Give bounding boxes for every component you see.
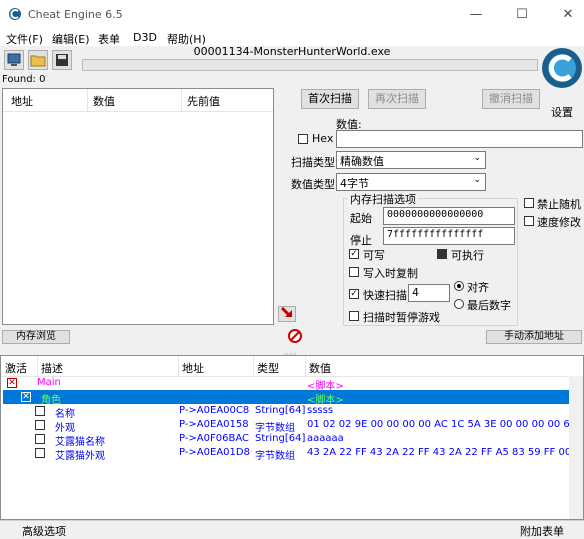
value-type-select[interactable]: 4字节 ⌄ [336, 173, 486, 191]
pause-game-checkbox[interactable] [349, 311, 359, 321]
last-digits-radio[interactable] [454, 299, 464, 309]
row-value: 01 02 02 9E 00 00 00 00 AC 1C 5A 3E 00 0… [307, 419, 569, 430]
row-value: 43 2A 22 FF 43 2A 22 FF 43 2A 22 FF A5 8… [307, 447, 569, 458]
memory-view-button[interactable]: 内存浏览 [2, 330, 70, 344]
results-list[interactable]: 地址 数值 先前值 [2, 88, 274, 325]
table-row[interactable]: ✕ Main <脚本> [3, 376, 569, 392]
next-scan-button[interactable]: 再次扫描 [368, 89, 426, 109]
table-row[interactable]: ✕ 角色 <脚本> [3, 390, 569, 406]
align-label: 对齐 [467, 281, 489, 294]
row-address: P->A0EA0158 [179, 419, 249, 430]
row-type: 字节数组 [255, 451, 295, 462]
table-scrollbar[interactable] [569, 376, 583, 519]
add-address-manually-button[interactable]: 手动添加地址 [486, 330, 582, 344]
column-type[interactable]: 类型 [257, 360, 279, 376]
chevron-down-icon: ⌄ [473, 175, 481, 185]
first-scan-button[interactable]: 首次扫描 [301, 89, 359, 109]
start-address-input[interactable]: 0000000000000000 [383, 207, 515, 225]
disable-random-checkbox[interactable] [524, 198, 534, 208]
fast-scan-input[interactable]: 4 [408, 284, 450, 302]
active-checkbox[interactable]: ✕ [21, 392, 31, 402]
minimize-button[interactable]: — [461, 4, 491, 26]
menu-d3d[interactable]: D3D [133, 31, 157, 44]
active-checkbox[interactable] [35, 434, 45, 444]
results-header: 地址 数值 先前值 [3, 89, 273, 112]
column-active[interactable]: 激活 [5, 360, 27, 376]
last-digits-label: 最后数字 [467, 299, 511, 312]
title-bar: Cheat Engine 6.5 — ☐ ✕ [0, 0, 584, 30]
undo-scan-button[interactable]: 撤消扫描 [482, 89, 540, 109]
writable-label: 可写 [363, 249, 385, 262]
scan-type-value: 精确数值 [340, 155, 384, 168]
copy-on-write-checkbox[interactable] [349, 267, 359, 277]
active-checkbox[interactable]: ✕ [7, 378, 17, 388]
found-count: Found: 0 [2, 74, 46, 85]
column-address[interactable]: 地址 [182, 360, 204, 376]
menu-bar: 文件(F) 编辑(E) 表单 D3D 帮助(H) [0, 30, 584, 46]
table-row[interactable]: 艾露猫外观 P->A0EA01D8 字节数组 43 2A 22 FF 43 2A… [3, 446, 569, 462]
window-title: Cheat Engine 6.5 [28, 8, 123, 21]
align-radio[interactable] [454, 281, 464, 291]
stop-address-input[interactable]: 7fffffffffffffff [383, 227, 515, 245]
cheat-engine-logo-icon [9, 8, 21, 20]
writable-checkbox[interactable]: ✓ [349, 249, 359, 259]
active-checkbox[interactable] [35, 406, 45, 416]
column-description[interactable]: 描述 [41, 360, 63, 376]
row-description: 艾露猫外观 [55, 451, 105, 462]
scan-progress-bar [82, 59, 538, 71]
column-address[interactable]: 地址 [11, 93, 33, 109]
row-type: String[64] [255, 433, 306, 444]
maximize-button[interactable]: ☐ [507, 4, 537, 26]
row-address: P->A0EA00C8 [179, 405, 250, 416]
pause-game-label: 扫描时暂停游戏 [363, 311, 440, 324]
stop-icon[interactable] [287, 328, 303, 344]
fast-scan-checkbox[interactable]: ✓ [349, 289, 359, 299]
hex-label: Hex [312, 132, 334, 145]
executable-label: 可执行 [451, 249, 484, 262]
process-name: 00001134-MonsterHunterWorld.exe [193, 45, 391, 58]
arrow-down-right-icon [280, 306, 292, 318]
scan-type-select[interactable]: 精确数值 ⌄ [336, 151, 486, 169]
memory-scan-options-title: 内存扫描选项 [348, 191, 418, 207]
table-row[interactable]: 外观 P->A0EA0158 字节数组 01 02 02 9E 00 00 00… [3, 418, 569, 434]
settings-label[interactable]: 设置 [551, 104, 573, 120]
cheat-engine-logo-icon[interactable] [541, 44, 583, 102]
executable-checkbox[interactable] [437, 249, 447, 259]
start-label: 起始 [350, 212, 372, 225]
speed-hack-label: 速度修改 [537, 216, 581, 229]
active-checkbox[interactable] [35, 448, 45, 458]
status-bar: 高级选项 附加表单 [0, 520, 584, 538]
hex-checkbox[interactable] [298, 134, 308, 144]
row-type: String[64] [255, 405, 306, 416]
row-address: P->A0F06BAC [179, 433, 249, 444]
speed-hack-checkbox[interactable] [524, 216, 534, 226]
column-previous[interactable]: 先前值 [187, 93, 220, 109]
chevron-down-icon: ⌄ [473, 153, 481, 163]
row-description: Main [37, 377, 61, 388]
close-button[interactable]: ✕ [553, 4, 583, 26]
column-value[interactable]: 数值 [93, 93, 115, 109]
value-type-label: 数值类型 [291, 178, 335, 191]
value-input[interactable] [336, 130, 583, 148]
fast-scan-label: 快速扫描 [363, 289, 407, 302]
cheat-table-header: 激活 描述 地址 类型 数值 [1, 356, 583, 377]
add-to-list-button[interactable] [278, 306, 296, 322]
value-type-value: 4字节 [340, 177, 369, 190]
scan-type-label: 扫描类型 [291, 156, 335, 169]
table-row[interactable]: 艾露猫名称 P->A0F06BAC String[64] aaaaaa [3, 432, 569, 448]
table-row[interactable]: 名称 P->A0EA00C8 String[64] sssss [3, 404, 569, 420]
row-address: P->A0EA01D8 [179, 447, 250, 458]
column-value[interactable]: 数值 [309, 360, 331, 376]
disable-random-label: 禁止随机 [537, 198, 581, 211]
cheat-table[interactable]: 激活 描述 地址 类型 数值 ✕ Main <脚本> ✕ 角色 <脚本> 名称 … [0, 355, 584, 520]
row-value: aaaaaa [307, 433, 344, 444]
row-value: sssss [307, 405, 334, 416]
copy-on-write-label: 写入时复制 [363, 267, 418, 280]
active-checkbox[interactable] [35, 420, 45, 430]
stop-label: 停止 [350, 234, 372, 247]
